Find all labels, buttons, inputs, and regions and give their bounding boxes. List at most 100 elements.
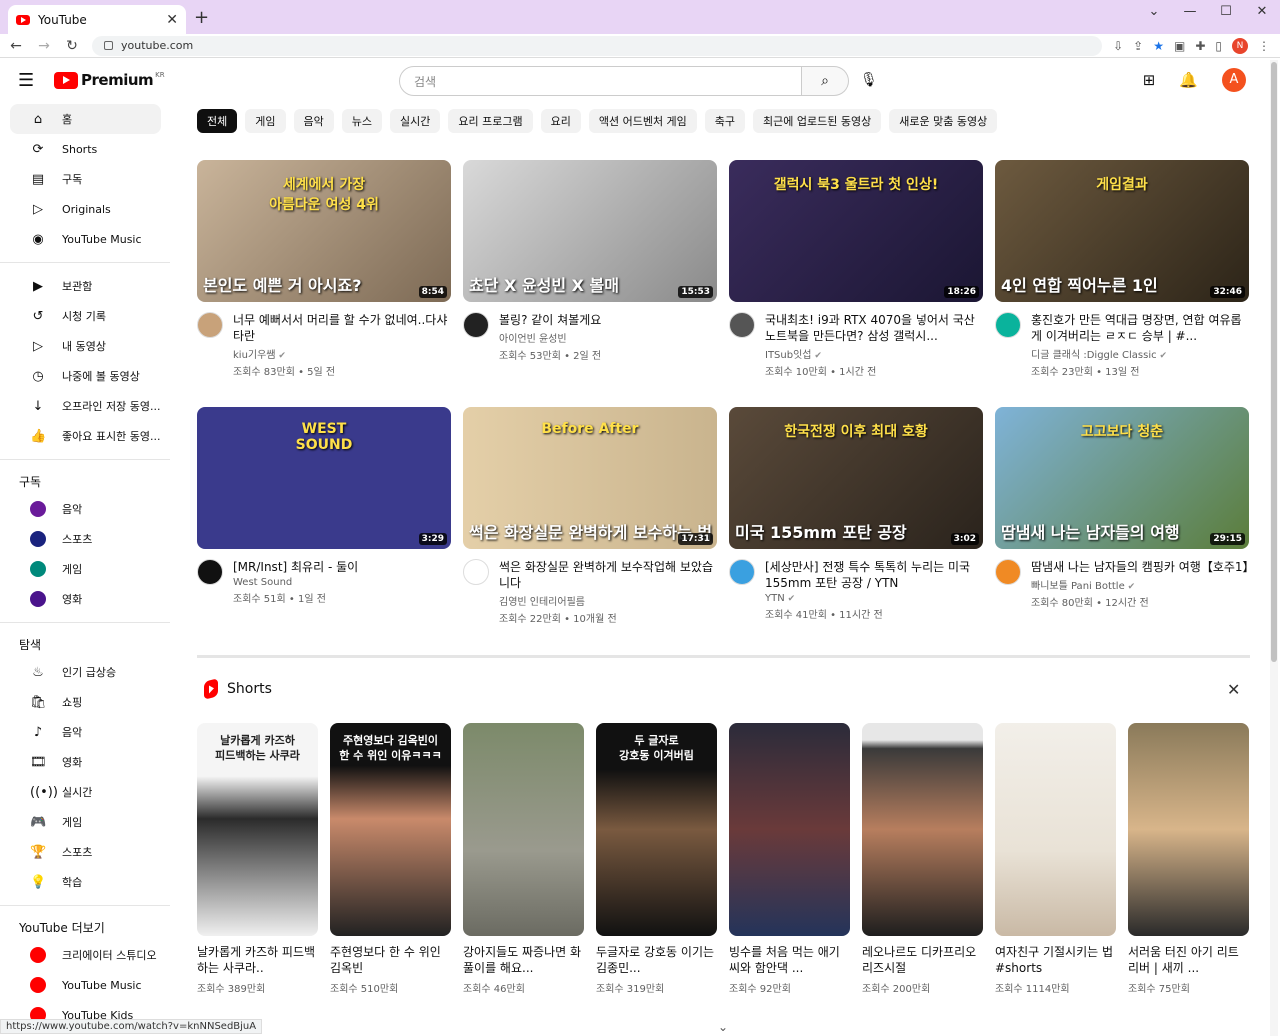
chevron-down-icon[interactable]: ⌄ [1136, 0, 1172, 24]
sidebar-item[interactable]: ↺ 시청 기록 [10, 301, 161, 331]
sidebar-item[interactable]: ▷ Originals [10, 194, 161, 224]
shorts-close-icon[interactable]: ✕ [1227, 680, 1240, 699]
video-thumbnail[interactable]: 한국전쟁 이후 최대 호황 미국 155mm 포탄 공장 3:02 [729, 407, 983, 549]
account-avatar[interactable]: A [1222, 68, 1246, 92]
channel-name[interactable]: ITSub잇섭 [765, 350, 812, 361]
video-card[interactable]: WEST SOUND 3:29 [MR/Inst] 최유리 - 둘이 West Sou… [197, 407, 451, 605]
channel-avatar[interactable] [729, 559, 755, 585]
short-title[interactable]: 레오나르도 디카프리오 리즈시절 [862, 944, 983, 976]
short-card[interactable]: 빙수를 처음 먹는 애기씨와 함안댁 ... 조회수 92만회 [729, 723, 850, 995]
sidebar-item[interactable]: ◉ YouTube Music [10, 224, 161, 254]
create-video-icon[interactable]: ⊞ [1143, 71, 1156, 89]
filter-chip[interactable]: 뉴스 [341, 109, 382, 133]
short-thumbnail[interactable] [862, 723, 983, 936]
video-title[interactable]: 홍진호가 만든 역대급 명장면, 연합 여유롭게 이겨버리는 ㄹㅈㄷ 승부 | … [1031, 312, 1249, 344]
filter-chip[interactable]: 축구 [704, 109, 746, 133]
video-card[interactable]: 고고보다 청춘 땀냄새 나는 남자들의 여행 29:15 땀냄새 나는 남자들의 캠핑… [995, 407, 1249, 609]
channel-name[interactable]: 빠니보틀 Pani Bottle [1031, 581, 1125, 592]
video-card[interactable]: 한국전쟁 이후 최대 호황 미국 155mm 포탄 공장 3:02 [세상만사] 전쟁… [729, 407, 983, 621]
video-thumbnail[interactable]: 쵸단 X 윤성빈 X 볼매 15:53 [463, 160, 717, 302]
show-more-chevron-icon[interactable]: ⌄ [718, 1020, 728, 1034]
video-thumbnail[interactable]: 갤럭시 북3 울트라 첫 인상! 18:26 [729, 160, 983, 302]
short-card[interactable]: 레오나르도 디카프리오 리즈시절 조회수 200만회 [862, 723, 983, 995]
notifications-bell-icon[interactable]: 🔔 [1179, 71, 1198, 89]
video-title[interactable]: 볼링? 같이 쳐볼게요 [499, 312, 601, 328]
sidebar-item[interactable]: 🎮 게임 [10, 807, 161, 837]
short-title[interactable]: 빙수를 처음 먹는 애기씨와 함안댁 ... [729, 944, 850, 976]
short-title[interactable]: 주현영보다 한 수 위인 김옥빈 [330, 944, 451, 976]
sidebar-item[interactable]: ⟳ Shorts [10, 134, 161, 164]
channel-name[interactable]: 아이언빈 윤성빈 [499, 334, 567, 345]
short-title[interactable]: 날카롭게 카즈하 피드백하는 사쿠라.. [197, 944, 318, 976]
sidebar-item[interactable]: 게임 [10, 554, 161, 584]
search-input[interactable]: 검색 [399, 66, 802, 96]
maximize-icon[interactable]: ☐ [1208, 0, 1244, 24]
video-thumbnail[interactable]: 세계에서 가장 아름다운 여성 4위 본인도 예쁜 거 아시죠? 8:54 [197, 160, 451, 302]
video-title[interactable]: 땀냄새 나는 남자들의 캠핑카 여행【호주1】 [1031, 559, 1249, 575]
channel-avatar[interactable] [729, 312, 755, 338]
channel-avatar[interactable] [463, 312, 489, 338]
sidebar-item[interactable]: 스포츠 [10, 524, 161, 554]
channel-avatar[interactable] [197, 312, 223, 338]
video-card[interactable]: Before After 썩은 화장실문 완벽하게 보수하는 법 17:31 썩은 화… [463, 407, 717, 625]
sidebar-item[interactable]: 🛍 쇼핑 [10, 687, 161, 717]
channel-name[interactable]: 김영빈 인테리어필름 [499, 597, 585, 608]
channel-avatar[interactable] [995, 559, 1021, 585]
video-thumbnail[interactable]: WEST SOUND 3:29 [197, 407, 451, 549]
close-window-icon[interactable]: ✕ [1244, 0, 1280, 24]
video-thumbnail[interactable]: Before After 썩은 화장실문 완벽하게 보수하는 법 17:31 [463, 407, 717, 549]
short-card[interactable]: 날카롭게 카즈하 피드백하는 사쿠라 날카롭게 카즈하 피드백하는 사쿠라.. 조회… [197, 723, 318, 995]
video-title[interactable]: [MR/Inst] 최유리 - 둘이 [233, 559, 358, 575]
channel-name[interactable]: kiu기우쌤 [233, 350, 276, 361]
back-icon[interactable]: ← [4, 38, 28, 54]
share-icon[interactable]: ⇪ [1133, 39, 1143, 53]
video-card[interactable]: 쵸단 X 윤성빈 X 볼매 15:53 볼링? 같이 쳐볼게요 아이언빈 윤성빈 조회수… [463, 160, 717, 362]
sidebar-item[interactable]: 🎞 영화 [10, 747, 161, 777]
filter-chip[interactable]: 요리 [540, 109, 581, 133]
sidebar-item[interactable]: ♪ 음악 [10, 717, 161, 747]
sidebar-item[interactable]: ▤ 구독 [10, 164, 161, 194]
sidebar-item[interactable]: 🏆 스포츠 [10, 837, 161, 867]
short-title[interactable]: 서러움 터진 아기 리트리버 | 새끼 ... [1128, 944, 1249, 976]
forward-icon[interactable]: → [32, 38, 56, 54]
filter-chip[interactable]: 새로운 맞춤 동영상 [889, 109, 998, 133]
sidebar-item[interactable]: 크리에이터 스튜디오 [10, 940, 161, 970]
short-thumbnail[interactable] [995, 723, 1116, 936]
bookmark-star-icon[interactable]: ★ [1153, 39, 1164, 53]
filter-chip[interactable]: 실시간 [390, 109, 441, 133]
short-card[interactable]: 두 글자로 강호동 이겨버림 두글자로 강호동 이기는 김종민... 조회수 319… [596, 723, 717, 995]
video-card[interactable]: 세계에서 가장 아름다운 여성 4위 본인도 예쁜 거 아시죠? 8:54 너무 예뻐… [197, 160, 451, 378]
video-thumbnail[interactable]: 고고보다 청춘 땀냄새 나는 남자들의 여행 29:15 [995, 407, 1249, 549]
video-card[interactable]: 게임결과 4인 연합 찍어누른 1인 32:46 홍진호가 만든 역대급 명장면, 연… [995, 160, 1249, 378]
channel-avatar[interactable] [197, 559, 223, 585]
video-card[interactable]: 갤럭시 북3 울트라 첫 인상! 18:26 국내최초! i9과 RTX 4070을… [729, 160, 983, 378]
channel-name[interactable]: West Sound [233, 577, 292, 588]
filter-chip[interactable]: 요리 프로그램 [448, 109, 533, 133]
new-tab-button[interactable]: + [194, 7, 209, 28]
youtube-premium-logo[interactable]: Premium KR [54, 71, 165, 89]
menu-icon[interactable]: ☰ [18, 70, 58, 91]
short-title[interactable]: 두글자로 강호동 이기는 김종민... [596, 944, 717, 976]
channel-avatar[interactable] [463, 559, 489, 585]
short-card[interactable]: 강아지들도 짜증나면 화풀이를 해요... 조회수 46만회 [463, 723, 584, 995]
short-thumbnail[interactable]: 날카롭게 카즈하 피드백하는 사쿠라 [197, 723, 318, 936]
voice-search-icon[interactable]: 🎙 [860, 72, 878, 88]
channel-name[interactable]: YTN [765, 593, 785, 604]
channel-name[interactable]: 디글 클래식 :Diggle Classic [1031, 350, 1157, 361]
sidebar-item[interactable]: 영화 [10, 584, 161, 614]
channel-avatar[interactable] [995, 312, 1021, 338]
sidebar-item[interactable]: 음악 [10, 494, 161, 524]
video-title[interactable]: [세상만사] 전쟁 특수 톡톡히 누리는 미국 155mm 포탄 공장 / YT… [765, 559, 983, 591]
url-bar[interactable]: youtube.com [92, 35, 1102, 56]
filter-chip[interactable]: 최근에 업로드된 동영상 [753, 109, 882, 133]
short-card[interactable]: 서러움 터진 아기 리트리버 | 새끼 ... 조회수 75만회 [1128, 723, 1249, 995]
short-thumbnail[interactable]: 두 글자로 강호동 이겨버림 [596, 723, 717, 936]
sidebar-item[interactable]: ◷ 나중에 볼 동영상 [10, 361, 161, 391]
puzzle-icon[interactable]: ✚ [1195, 39, 1205, 53]
browser-tab[interactable]: YouTube ✕ [8, 5, 186, 34]
filter-chip[interactable]: 전체 [197, 109, 238, 133]
sidebar-item[interactable]: YouTube Music [10, 970, 161, 1000]
extension-icon[interactable]: ▣ [1174, 39, 1185, 53]
short-title[interactable]: 강아지들도 짜증나면 화풀이를 해요... [463, 944, 584, 976]
sidebar-item[interactable]: 👍 좋아요 표시한 동영... [10, 421, 161, 451]
